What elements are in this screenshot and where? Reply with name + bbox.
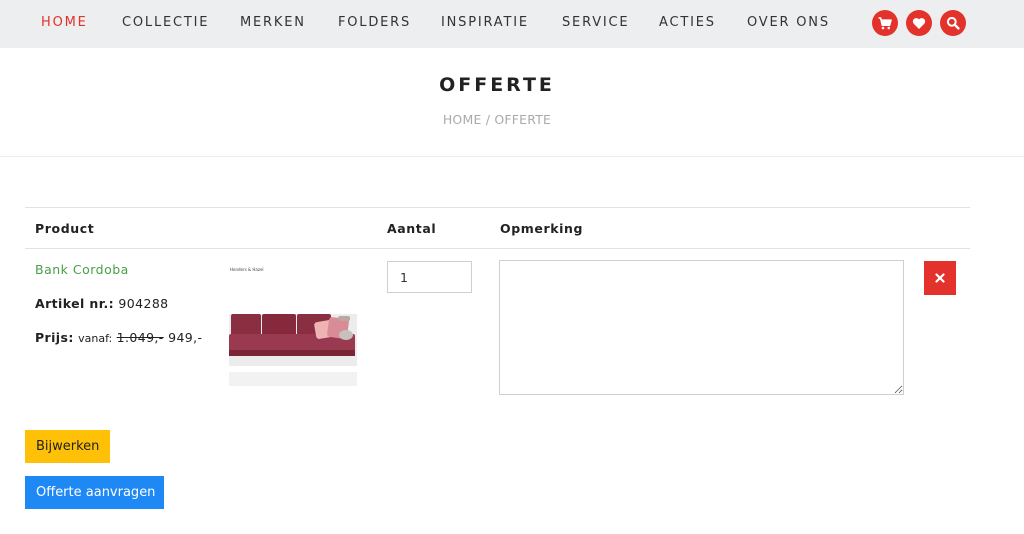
nav-item-acties[interactable]: ACTIES [659, 15, 716, 30]
table-top-border [25, 207, 970, 208]
cart-icon[interactable] [872, 10, 898, 36]
breadcrumb-current: OFFERTE [494, 112, 552, 127]
remove-item-button[interactable] [924, 261, 956, 295]
table-header-border [25, 248, 970, 249]
nav-item-collectie[interactable]: COLLECTIE [122, 15, 209, 30]
product-price: Prijs: vanaf: 1.049,- 949,- [35, 330, 202, 345]
nav-item-folders[interactable]: FOLDERS [338, 15, 411, 30]
page-title: OFFERTE [439, 74, 555, 96]
breadcrumb-home-link[interactable]: HOME [443, 112, 482, 127]
image-brand-caption: Henders & Hazel [230, 267, 264, 272]
close-icon [935, 273, 945, 283]
nav-item-over-ons[interactable]: OVER ONS [747, 15, 830, 30]
old-price: 1.049,- [116, 330, 164, 345]
article-number-label: Artikel nr.: [35, 296, 115, 311]
price-label: Prijs: [35, 330, 74, 345]
product-name-link[interactable]: Bank Cordoba [35, 262, 129, 277]
breadcrumb: HOME / OFFERTE [0, 112, 994, 127]
update-button[interactable]: Bijwerken [25, 430, 110, 463]
request-quote-button[interactable]: Offerte aanvragen [25, 476, 164, 509]
column-header-quantity: Aantal [387, 221, 437, 236]
heart-icon[interactable] [906, 10, 932, 36]
remark-textarea[interactable] [499, 260, 904, 395]
price-prefix: vanaf: [78, 332, 113, 345]
nav-item-home[interactable]: HOME [41, 15, 88, 30]
product-image[interactable]: Henders & Hazel [228, 264, 358, 390]
nav-item-service[interactable]: SERVICE [562, 15, 629, 30]
header-divider [0, 156, 1024, 157]
article-number-value: 904288 [118, 296, 169, 311]
search-icon[interactable] [940, 10, 966, 36]
nav-item-merken[interactable]: MERKEN [240, 15, 306, 30]
top-navigation: HOME COLLECTIE MERKEN FOLDERS INSPIRATIE… [0, 0, 1024, 48]
article-number: Artikel nr.: 904288 [35, 296, 169, 311]
quantity-input[interactable] [387, 261, 472, 293]
column-header-remark: Opmerking [500, 221, 584, 236]
current-price: 949,- [168, 330, 203, 345]
breadcrumb-separator: / [481, 112, 495, 127]
column-header-product: Product [35, 221, 95, 236]
nav-item-inspiratie[interactable]: INSPIRATIE [441, 15, 529, 30]
